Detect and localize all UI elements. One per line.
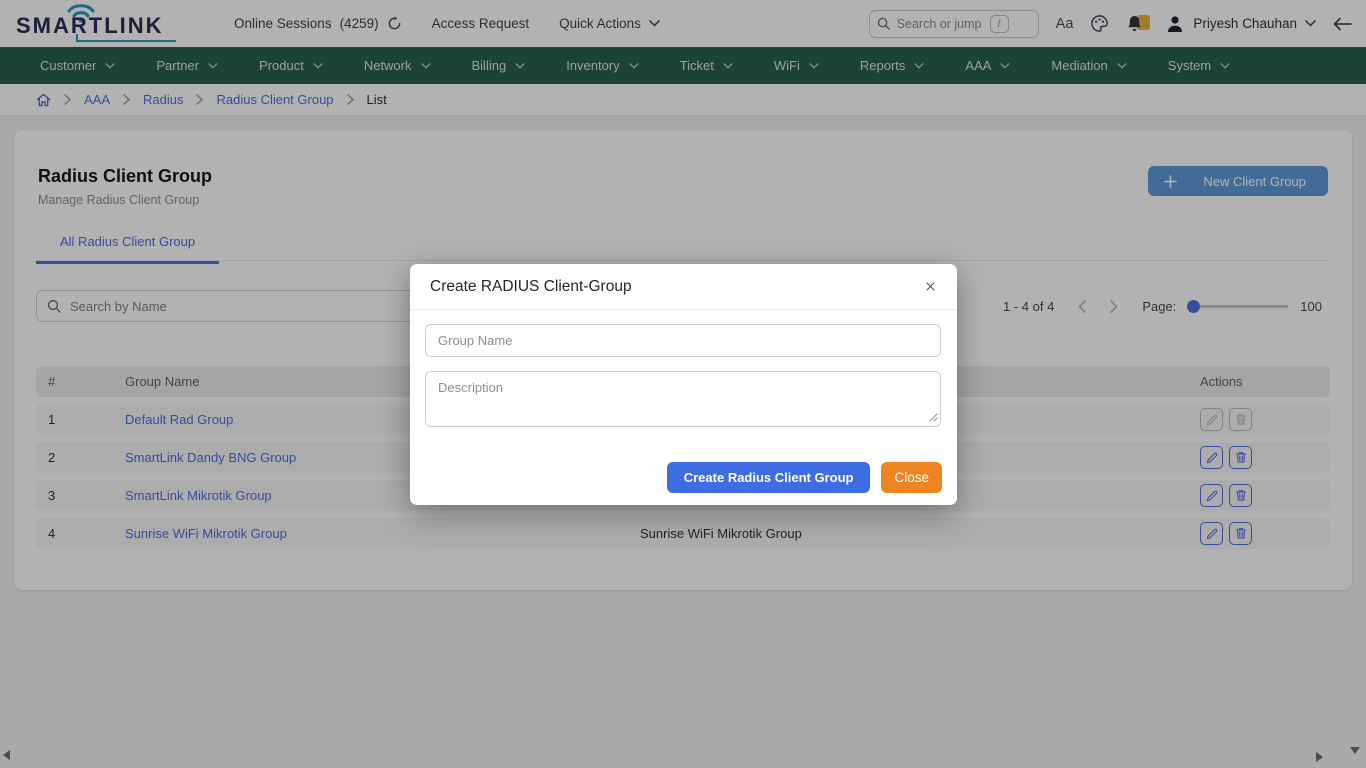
close-button[interactable]: Close <box>881 462 942 493</box>
group-name-field[interactable] <box>425 324 941 357</box>
create-client-group-modal: Create RADIUS Client-Group Create Radius… <box>410 264 957 505</box>
create-radius-client-group-button[interactable]: Create Radius Client Group <box>667 462 871 493</box>
close-icon[interactable] <box>924 280 937 293</box>
description-field[interactable] <box>425 371 941 427</box>
modal-title: Create RADIUS Client-Group <box>430 278 632 296</box>
